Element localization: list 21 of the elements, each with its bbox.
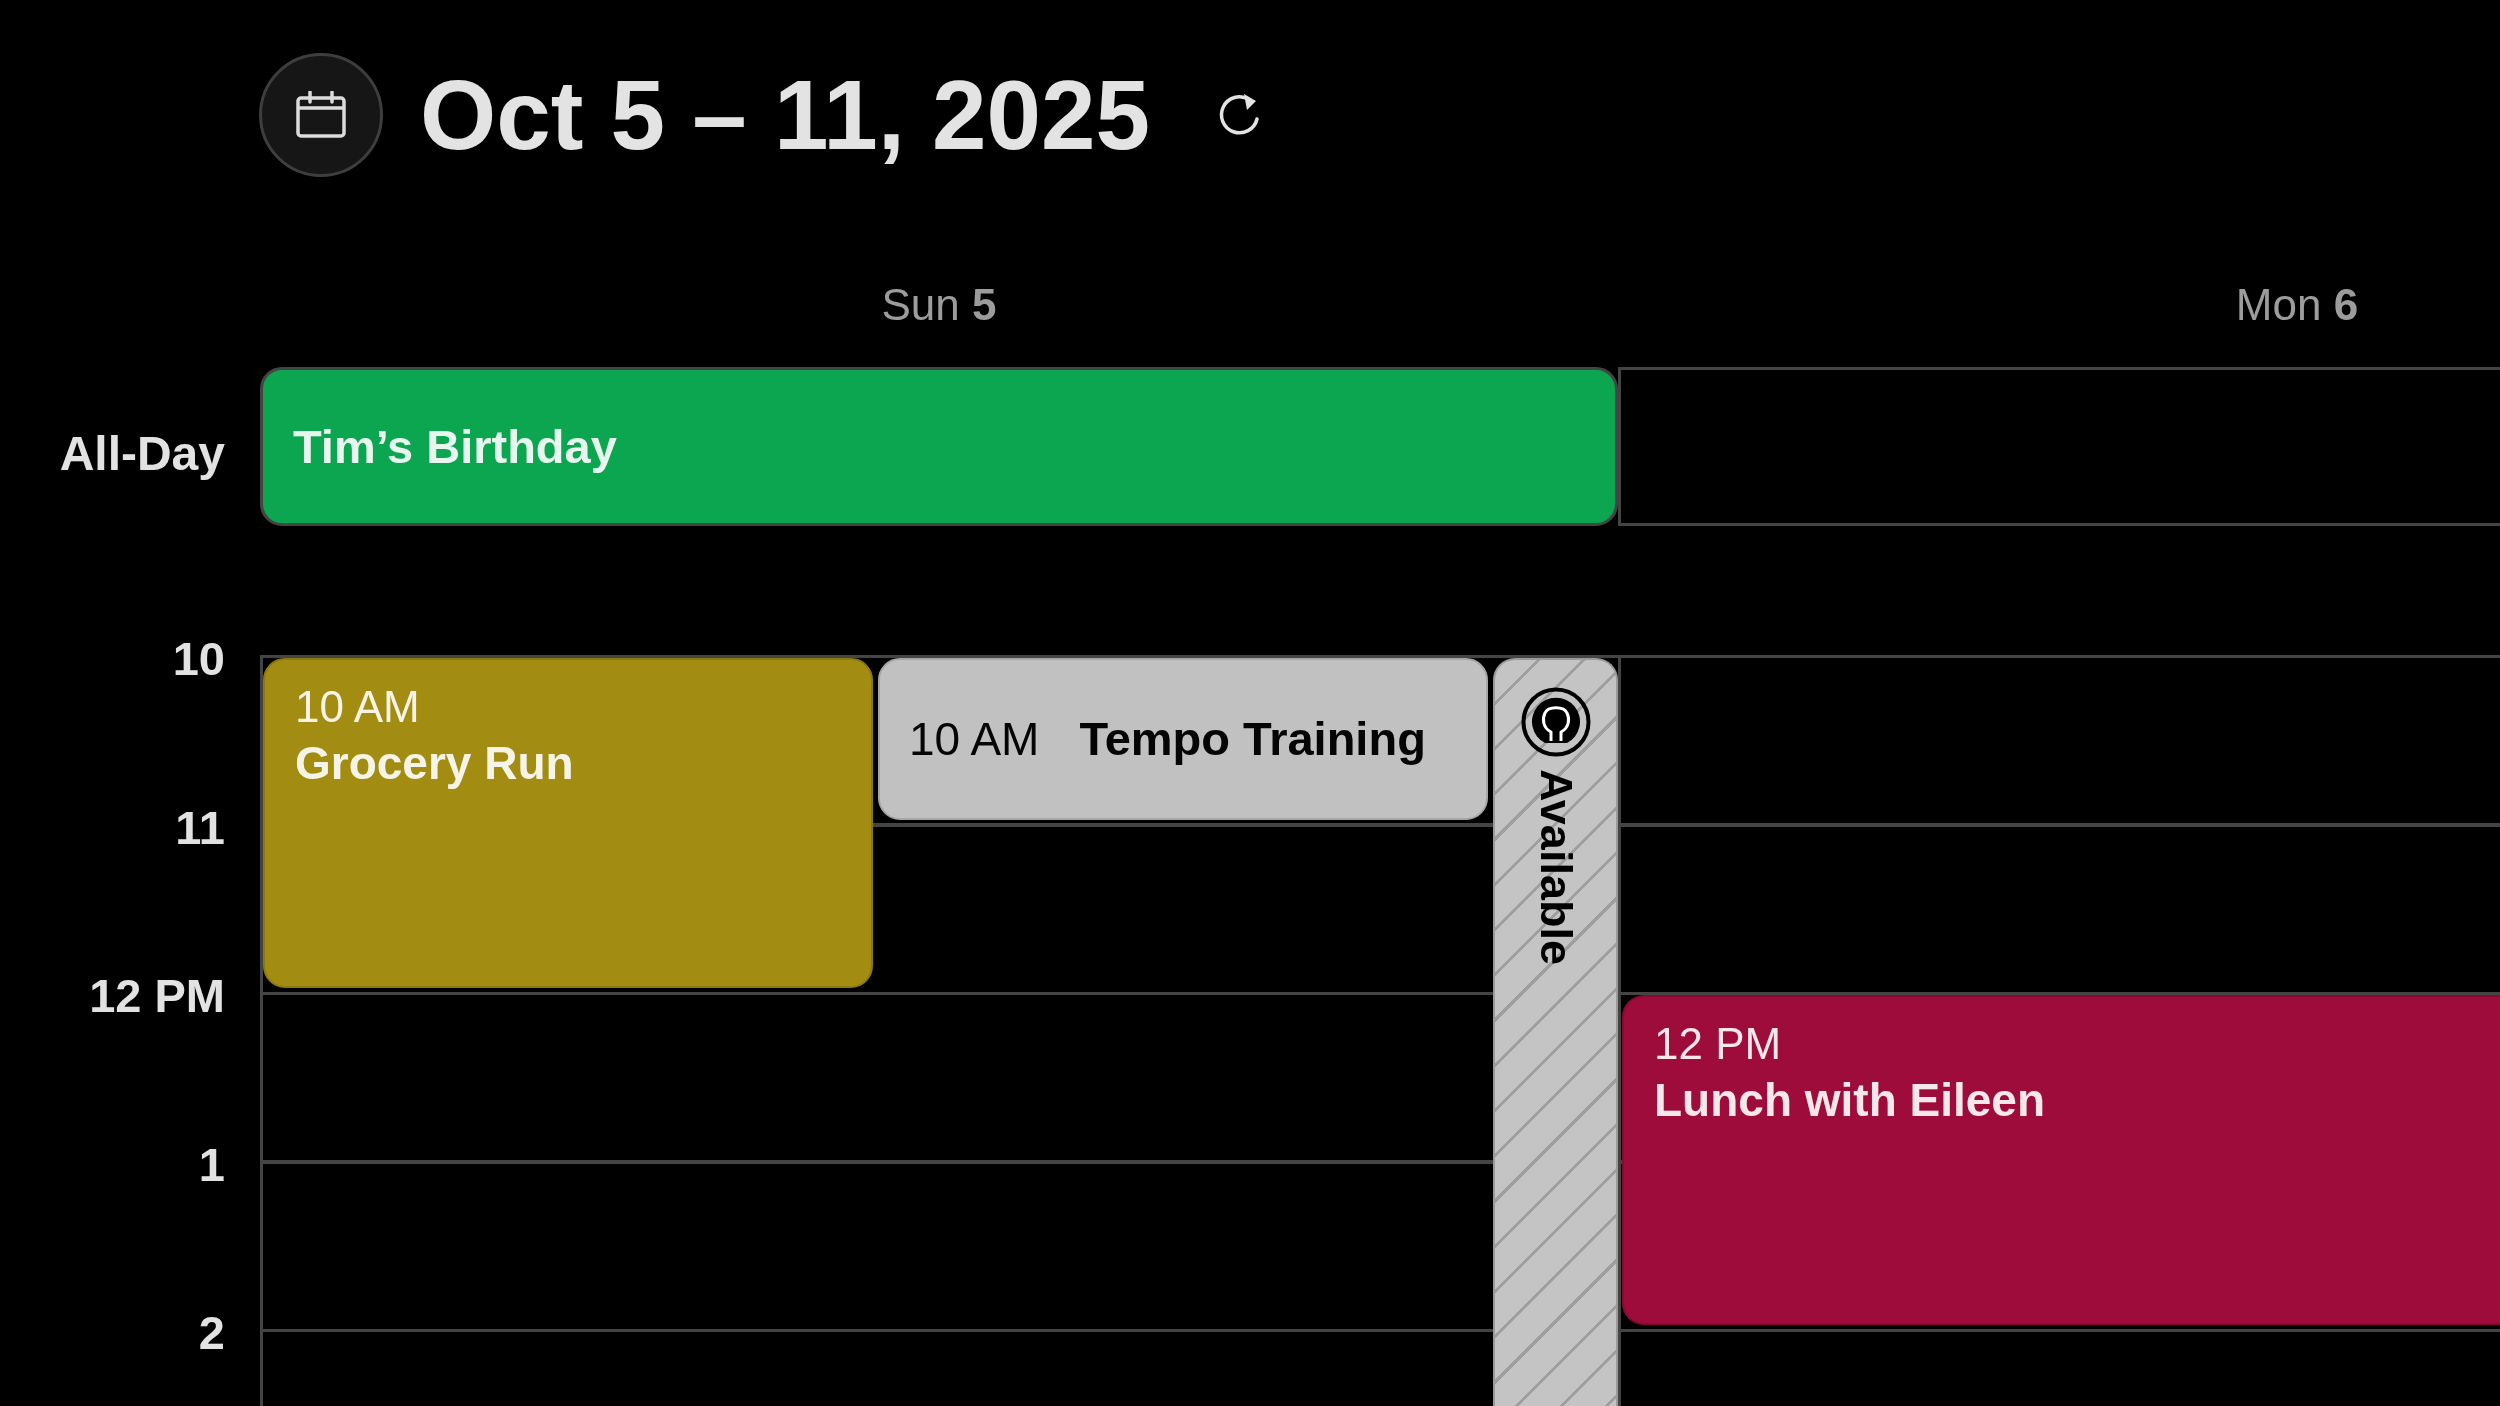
day-header: Sun 5 — [881, 279, 997, 331]
hour-label: 12 PM — [89, 968, 225, 1024]
availability-label: Available — [1529, 769, 1582, 965]
event-card[interactable]: 10 AM Tempo Training — [878, 658, 1488, 820]
hour-label: 1 — [198, 1136, 225, 1193]
event-title: Lunch with Eileen — [1654, 1073, 2046, 1128]
event-time: 10 AM — [909, 711, 1040, 767]
keyhole-circle-icon — [1520, 687, 1591, 757]
date-range-title: Oct 5 – 11, 2025 — [420, 59, 1151, 172]
event-time: 12 PM — [1654, 1018, 1782, 1070]
calendar-icon — [295, 91, 347, 139]
event-time: 10 AM — [295, 681, 420, 733]
event-title: Tempo Training — [1079, 710, 1426, 767]
all-day-label: All-Day — [59, 425, 225, 482]
day-header: Mon 6 — [2235, 279, 2359, 331]
hour-label: 2 — [198, 1305, 225, 1361]
event-card[interactable]: 12 PM Lunch with Eileen — [1622, 995, 2500, 1325]
hour-label: 10 — [172, 631, 225, 687]
event-title: Grocery Run — [295, 736, 574, 791]
hour-label: 11 — [175, 799, 225, 856]
event-title: Tim’s Birthday — [293, 418, 617, 475]
